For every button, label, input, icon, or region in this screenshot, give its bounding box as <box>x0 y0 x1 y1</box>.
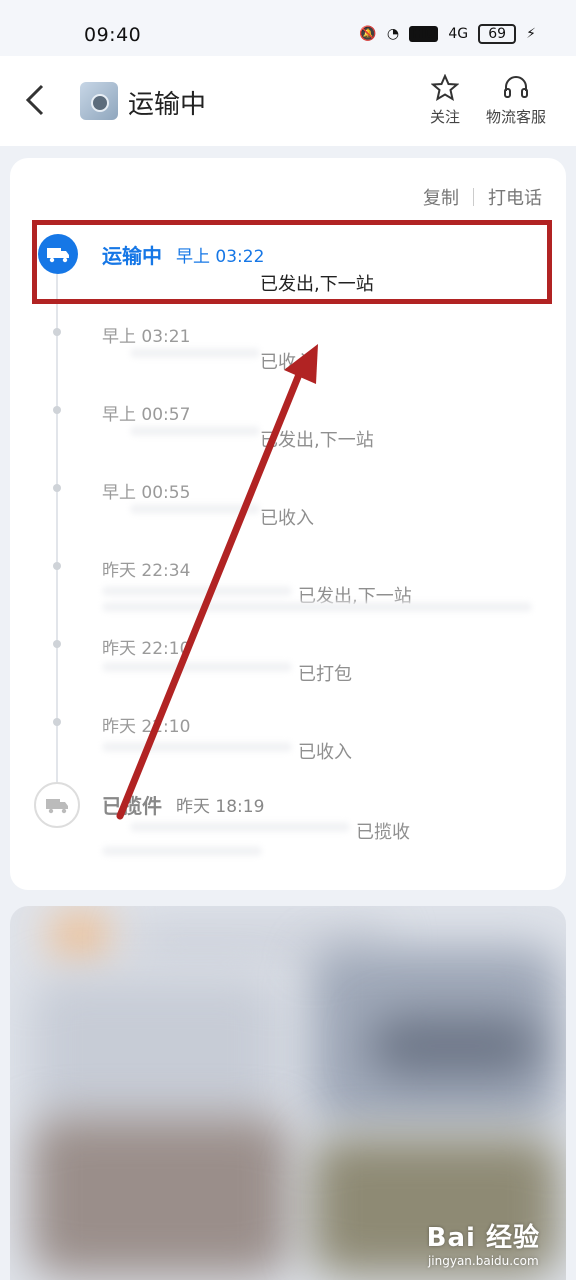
blurred-blob <box>30 976 280 1126</box>
blurred-blob <box>30 1116 290 1276</box>
blurred-blob <box>50 916 110 956</box>
baidu-watermark: Bai 经验 jingyan.baidu.com <box>427 1217 540 1268</box>
blurred-blob <box>370 1016 540 1076</box>
watermark-brand: Bai 经验 <box>426 1223 540 1253</box>
blurred-recommendations: Bai 经验 jingyan.baidu.com <box>10 906 566 1280</box>
watermark-url: jingyan.baidu.com <box>427 1254 539 1268</box>
